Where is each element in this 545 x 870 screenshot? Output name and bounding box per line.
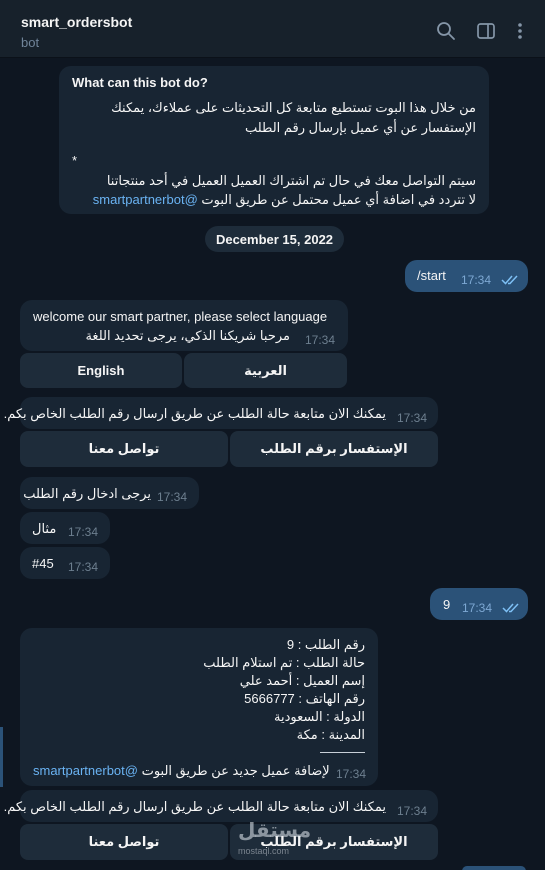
arabic-button[interactable]: العربية: [184, 353, 347, 388]
watermark-text: مستقل: [238, 820, 312, 842]
contact-us-button[interactable]: تواصل معنا: [20, 431, 228, 467]
message-time: 17:34: [462, 601, 493, 615]
intro-heading: What can this bot do?: [72, 75, 208, 90]
welcome-english: welcome our smart partner, please select…: [33, 309, 328, 324]
message-time: 17:34: [157, 490, 188, 504]
intro-line-4-text: لا تتردد في اضافة أي عميل محتمل عن طريق …: [201, 192, 476, 207]
english-button[interactable]: English: [20, 353, 182, 388]
outgoing-message-start: /start 17:34: [405, 260, 528, 292]
incoming-message-follow-1: يمكنك الان متابعة حالة الطلب عن طريق ارس…: [4, 397, 438, 429]
intro-line-2: الإستفسار عن أي عميل بإرسال رقم الطلب: [244, 120, 476, 135]
incoming-message-example: مثال 17:34: [20, 512, 110, 544]
message-time: 17:34: [336, 767, 367, 781]
outgoing-message-partial: [462, 866, 526, 870]
incoming-message-welcome: welcome our smart partner, please select…: [20, 300, 348, 351]
message-text: مثال: [32, 521, 57, 536]
message-text: يرجى ادخال رقم الطلب: [23, 486, 151, 501]
intro-bot-link[interactable]: @smartpartnerbot: [93, 192, 198, 207]
bot-intro-card: What can this bot do? من خلال هذا البوت …: [59, 66, 489, 214]
order-bot-link[interactable]: @smartpartnerbot: [33, 763, 138, 778]
message-text: يمكنك الان متابعة حالة الطلب عن طريق ارس…: [3, 799, 386, 814]
message-text: #45: [32, 556, 54, 571]
scroll-marker: [0, 727, 3, 787]
message-text: يمكنك الان متابعة حالة الطلب عن طريق ارس…: [3, 406, 386, 421]
contact-us-button-2[interactable]: تواصل معنا: [20, 824, 228, 860]
order-phone: رقم الهاتف : 5666777: [244, 691, 365, 706]
chat-subtitle: bot: [21, 35, 40, 50]
incoming-message-enter-order: يرجى ادخال رقم الطلب 17:34: [20, 477, 199, 509]
more-options-icon[interactable]: [510, 21, 530, 41]
message-time: 17:34: [305, 333, 336, 347]
chat-title[interactable]: smart_ordersbot: [21, 14, 132, 30]
message-time: 17:34: [68, 560, 99, 574]
welcome-arabic: مرحبا شريكنا الذكي، يرجى تحديد اللغة: [85, 328, 290, 343]
order-footer-text: لإضافة عميل جديد عن طريق البوت: [141, 763, 330, 778]
message-time: 17:34: [397, 804, 428, 818]
order-divider: [320, 752, 365, 753]
order-footer: لإضافة عميل جديد عن طريق البوت @smartpar…: [33, 763, 330, 779]
intro-line-1: من خلال هذا البوت تستطيع متابعة كل التحد…: [111, 100, 476, 115]
double-check-icon: [501, 275, 518, 285]
message-text: /start: [417, 268, 446, 283]
order-country: الدولة : السعودية: [274, 709, 365, 724]
intro-bullet: *: [72, 153, 78, 168]
order-status: حالة الطلب : تم استلام الطلب: [203, 655, 365, 670]
watermark-sub: mostaql.com: [238, 846, 290, 856]
intro-line-4: لا تتردد في اضافة أي عميل محتمل عن طريق …: [93, 192, 476, 208]
intro-line-3: سيتم التواصل معك في حال تم اشتراك العميل…: [106, 173, 476, 188]
order-city: المدينة : مكة: [296, 727, 365, 742]
incoming-message-example-value: #45 17:34: [20, 547, 110, 579]
order-number: رقم الطلب : 9: [286, 637, 365, 652]
message-text: 9: [443, 597, 451, 612]
sidebar-toggle-icon[interactable]: [476, 21, 496, 41]
outgoing-message-nine: 9 17:34: [430, 588, 528, 620]
inquiry-by-order-button[interactable]: الإستفسار برقم الطلب: [230, 431, 438, 467]
search-icon[interactable]: [436, 21, 456, 41]
incoming-message-follow-2: يمكنك الان متابعة حالة الطلب عن طريق ارس…: [4, 790, 438, 822]
message-time: 17:34: [461, 273, 492, 287]
message-time: 17:34: [397, 411, 428, 425]
double-check-icon: [502, 603, 519, 613]
mostaql-watermark-logo: مستقل: [238, 818, 311, 843]
order-customer-name: إسم العميل : أحمد علي: [239, 673, 365, 688]
message-time: 17:34: [68, 525, 99, 539]
chat-header: smart_ordersbot bot: [0, 0, 545, 58]
incoming-message-order-details: رقم الطلب : 9 حالة الطلب : تم استلام الط…: [20, 628, 378, 786]
date-separator: December 15, 2022: [205, 226, 344, 252]
